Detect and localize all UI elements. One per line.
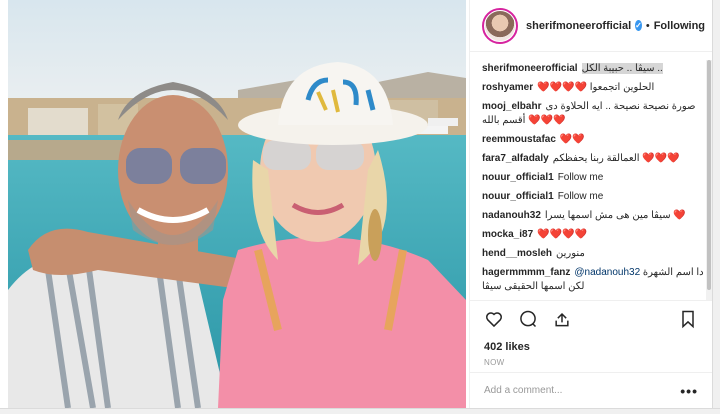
comment-text: ❤️ سيڤا مين هى مش اسمها يسرا bbox=[544, 210, 686, 221]
post-timestamp: NOW bbox=[484, 358, 505, 367]
comments-list: sherifmoneerofficial.. سيڤا .. حبيبة الك… bbox=[482, 62, 704, 300]
scrollbar-thumb[interactable] bbox=[707, 60, 711, 290]
comment-item: nouur_official1 Follow me bbox=[482, 171, 704, 185]
comment-username[interactable]: roshyamer bbox=[482, 82, 533, 93]
comment-username[interactable]: nadanouh32 bbox=[482, 210, 541, 221]
likes-count[interactable]: 402 likes bbox=[484, 341, 698, 353]
comment-text: الحلوين اتجمعوا ❤️❤️❤️❤️ bbox=[537, 82, 655, 93]
comment-username[interactable]: reemmoustafac bbox=[482, 134, 556, 145]
comment-text: ❤️❤️❤️ العمالقة ربنا يحفظكم bbox=[552, 153, 680, 164]
comment-item: sherifmoneerofficial.. سيڤا .. حبيبة الك… bbox=[482, 62, 704, 76]
comment-item: hend__mosleh منورين bbox=[482, 247, 704, 261]
comment-username[interactable]: nouur_official1 bbox=[482, 172, 554, 183]
comment-username[interactable]: mocka_i87 bbox=[482, 229, 533, 240]
avatar[interactable] bbox=[482, 7, 518, 44]
more-options-icon[interactable]: ••• bbox=[680, 383, 698, 399]
comment-text: .. سيڤا .. حبيبة الكل bbox=[581, 63, 663, 74]
bookmark-icon[interactable] bbox=[678, 309, 698, 329]
action-icons-row bbox=[484, 309, 698, 329]
add-comment-bar: Add a comment... ••• bbox=[470, 372, 712, 408]
comment-item: mooj_elbahr صورة نصيحة نصيحة .. ايه الحلا… bbox=[482, 100, 704, 128]
window-bottom-edge bbox=[0, 408, 720, 414]
share-arrow-icon[interactable] bbox=[552, 309, 572, 329]
comment-item: reemmoustafac ❤️❤️ bbox=[482, 133, 704, 147]
heart-icon[interactable] bbox=[484, 309, 504, 329]
comment-username[interactable]: sherifmoneerofficial bbox=[482, 63, 578, 74]
following-button[interactable]: Following bbox=[654, 20, 705, 32]
avatar-image bbox=[485, 10, 515, 41]
comment-username[interactable]: fara7_alfadaly bbox=[482, 153, 549, 164]
header-username[interactable]: sherifmoneerofficial bbox=[526, 20, 631, 32]
comment-item: roshyamer الحلوين اتجمعوا ❤️❤️❤️❤️ bbox=[482, 81, 704, 95]
comment-item: mocka_i87 ❤️❤️❤️❤️ bbox=[482, 228, 704, 242]
comment-username[interactable]: hend__mosleh bbox=[482, 248, 552, 259]
comment-text: Follow me bbox=[557, 191, 604, 202]
comment-username[interactable]: mooj_elbahr bbox=[482, 101, 541, 112]
comment-text: ❤️❤️❤️❤️ bbox=[537, 229, 587, 240]
post-photo[interactable] bbox=[8, 0, 466, 408]
comment-mention[interactable]: @nadanouh32 bbox=[574, 267, 640, 278]
comment-item: nadanouh32 ❤️ سيڤا مين هى مش اسمها يسرا bbox=[482, 209, 704, 223]
header-separator: • bbox=[645, 19, 650, 32]
post-header: sherifmoneerofficial ✓ • Following bbox=[470, 0, 712, 52]
post-sidebar: sherifmoneerofficial ✓ • Following sheri… bbox=[469, 0, 712, 408]
window-scrollbar[interactable] bbox=[712, 0, 720, 408]
comment-item: hagermmmm_fanz @nadanouh32 دا اسم الشهرة … bbox=[482, 266, 704, 294]
comment-text: منورين bbox=[556, 248, 585, 259]
photo-illustration bbox=[8, 0, 466, 408]
comment-text: ❤️❤️ bbox=[559, 134, 585, 145]
comment-bubble-icon[interactable] bbox=[518, 309, 538, 329]
add-comment-input[interactable]: Add a comment... bbox=[484, 385, 680, 396]
comment-username[interactable]: hagermmmm_fanz bbox=[482, 267, 570, 278]
comment-item: fara7_alfadaly ❤️❤️❤️ العمالقة ربنا يحفظك… bbox=[482, 152, 704, 166]
post-actions: 402 likes NOW bbox=[470, 300, 712, 370]
verified-badge-icon: ✓ bbox=[635, 20, 642, 31]
comment-username[interactable]: nouur_official1 bbox=[482, 191, 554, 202]
comment-text: Follow me bbox=[557, 172, 604, 183]
comment-item: nouur_official1 Follow me bbox=[482, 190, 704, 204]
